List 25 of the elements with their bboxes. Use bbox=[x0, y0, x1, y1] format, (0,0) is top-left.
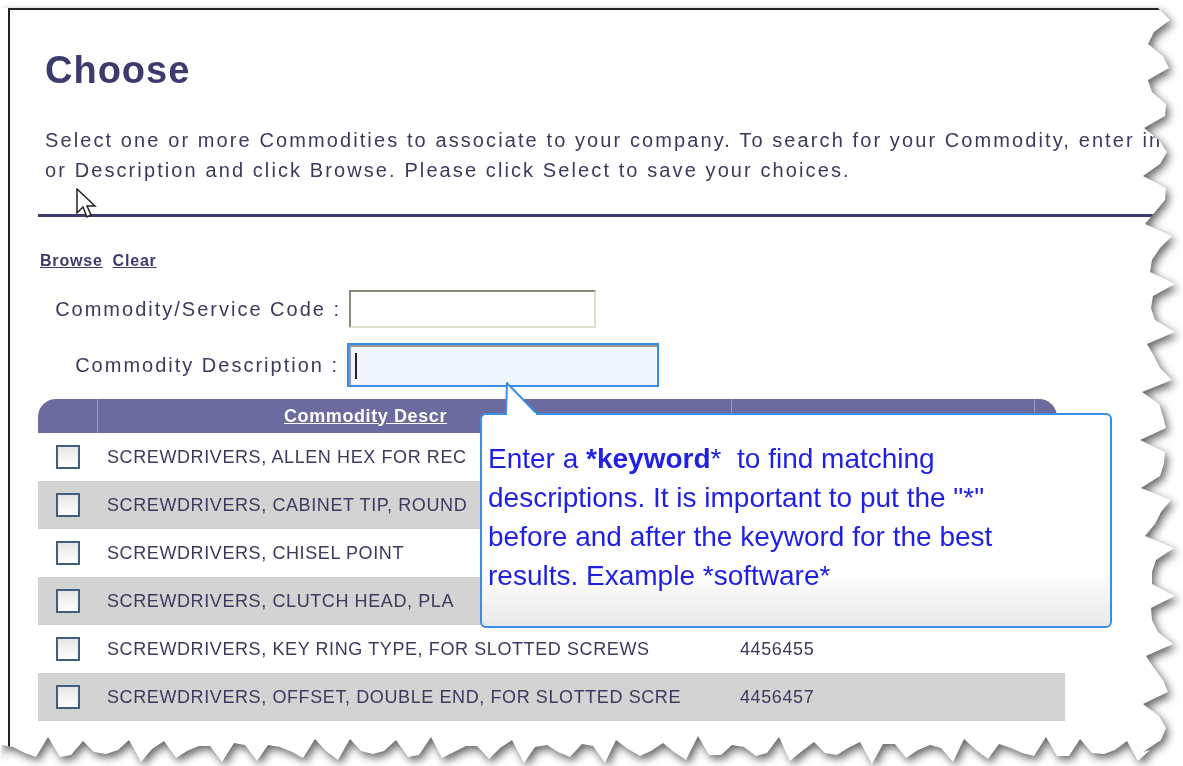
column-header-link[interactable]: Commodity Descr bbox=[284, 405, 448, 427]
table-cell: SCREWDRIVERS, KEY RING TYPE, FOR SLOTTED SCREWS bbox=[107, 638, 650, 659]
checkbox[interactable] bbox=[56, 637, 80, 661]
tooltip-text: Enter a *keyword* to find matching descriptions. It is important to put the "*" before and after the keyword for the best results. Example *software* bbox=[488, 442, 994, 593]
action-link[interactable]: Browse bbox=[40, 251, 103, 271]
field-label: Commodity/Service Code : bbox=[54, 297, 341, 321]
action-link[interactable]: Clear bbox=[112, 251, 157, 271]
page-title: Choose bbox=[44, 48, 192, 93]
checkbox[interactable] bbox=[56, 541, 80, 565]
checkbox[interactable] bbox=[56, 445, 80, 469]
field-label: Commodity Description : bbox=[74, 353, 339, 377]
input-field[interactable] bbox=[347, 343, 659, 387]
checkbox[interactable] bbox=[56, 589, 80, 613]
table-cell: SCREWDRIVERS, ALLEN HEX FOR REC bbox=[107, 446, 467, 467]
mouse-pointer-icon bbox=[76, 188, 98, 220]
table-cell: SCREWDRIVERS, OFFSET, DOUBLE END, FOR SLOTTED SCRE bbox=[107, 686, 682, 707]
table-cell: SCREWDRIVERS, CHISEL POINT bbox=[107, 542, 404, 563]
instruction-text: or Description and click Browse. Please click Select to save your choices. bbox=[45, 158, 852, 183]
table-cell: 4456455 bbox=[740, 638, 815, 659]
table-cell: SCREWDRIVERS, CLUTCH HEAD, PLA bbox=[107, 590, 455, 611]
checkbox[interactable] bbox=[56, 493, 80, 517]
input-field[interactable] bbox=[349, 290, 596, 328]
table-cell: 4456457 bbox=[740, 686, 815, 707]
table-cell: SCREWDRIVERS, CABINET TIP, ROUND bbox=[107, 494, 468, 515]
checkbox[interactable] bbox=[56, 685, 80, 709]
